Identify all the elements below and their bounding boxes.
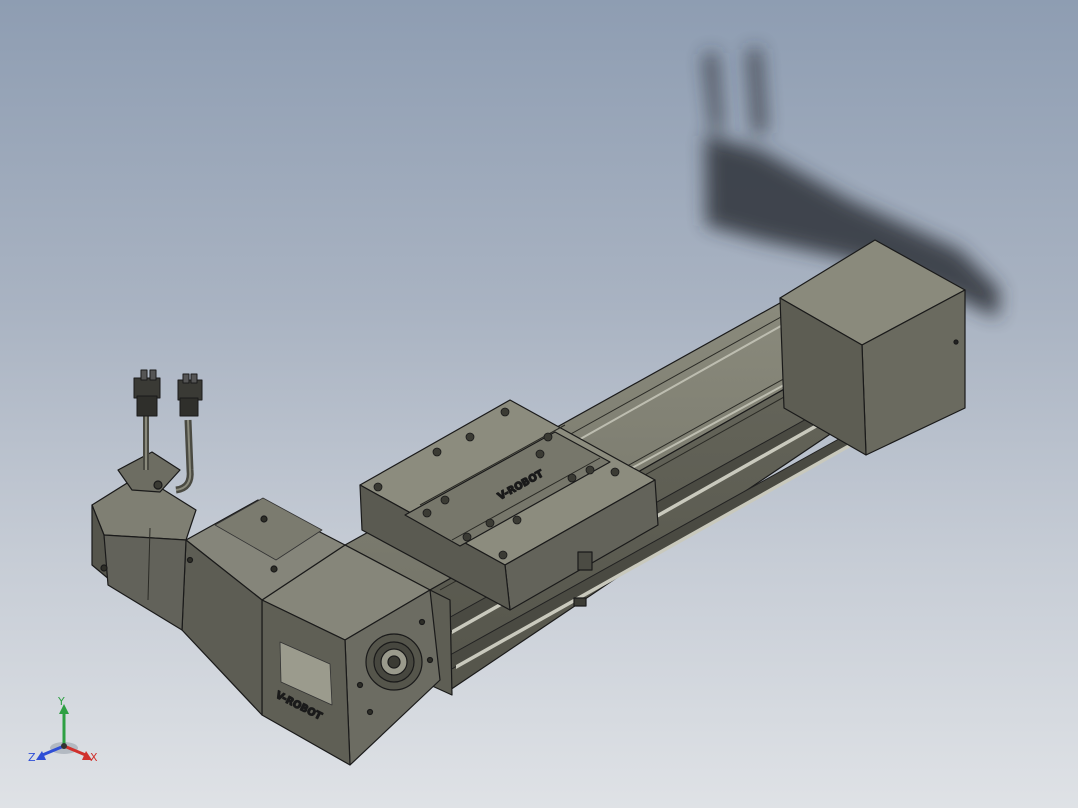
3d-graphics-viewport[interactable]: V-ROBOT V-ROBOT Y X Z	[0, 0, 1078, 808]
triad-x-label: X	[90, 751, 98, 764]
servo-motor[interactable]	[91, 451, 197, 631]
triad-y-label: Y	[58, 695, 65, 708]
linear-actuator-model[interactable]: V-ROBOT V-ROBOT	[0, 0, 1078, 808]
orientation-triad: Y X Z	[26, 694, 106, 774]
triad-z-label: Z	[28, 751, 36, 764]
